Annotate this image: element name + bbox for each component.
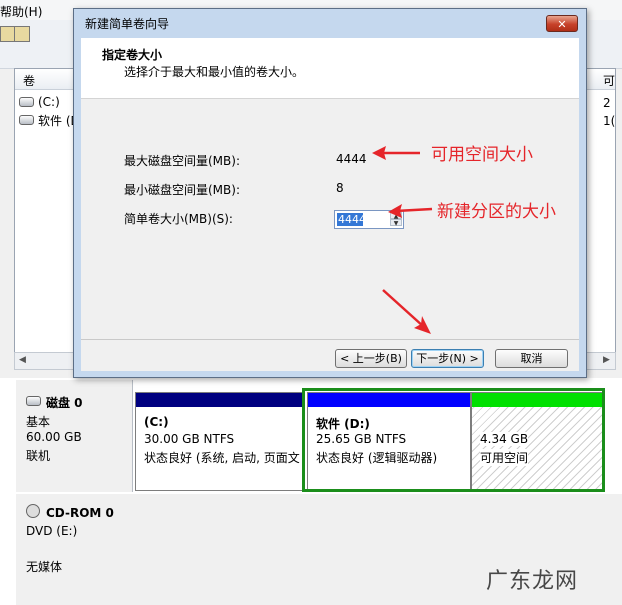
arrow-next-button — [382, 289, 425, 328]
annotation-new-partition-size: 新建分区的大小 — [437, 202, 556, 222]
arrow-new-partition — [395, 207, 433, 213]
arrow-head — [388, 204, 402, 218]
annotation-arrows — [372, 146, 433, 334]
annotation-available-space: 可用空间大小 — [431, 145, 533, 165]
watermark: 广东龙网 — [486, 569, 579, 594]
arrow-head — [372, 146, 386, 160]
